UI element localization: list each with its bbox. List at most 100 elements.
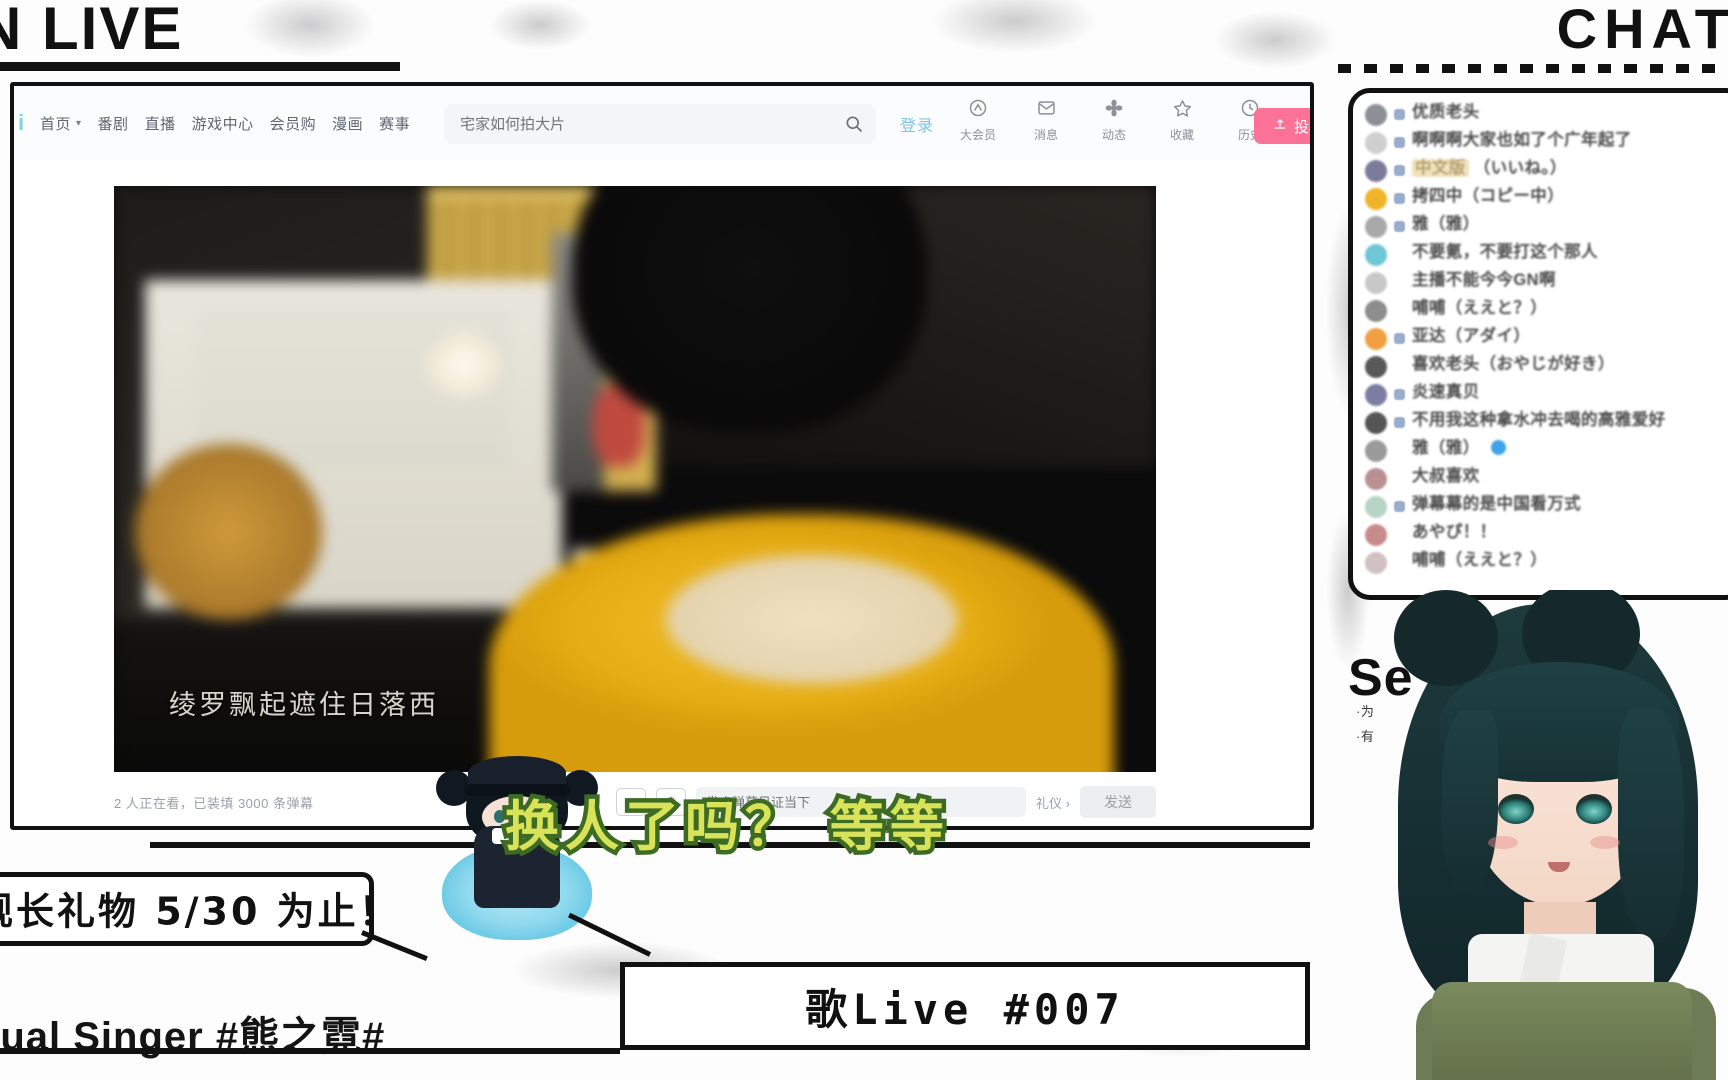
chat-badge (1394, 193, 1405, 204)
chat-message-text: 哺哺（ええと？） (1412, 551, 1548, 569)
activity-icon (1086, 98, 1142, 125)
avatar (1365, 384, 1387, 406)
danmaku-gift-link[interactable]: 礼仪 › (1036, 793, 1070, 812)
chat-blue-dot-icon (1490, 440, 1506, 455)
upload-button-label: 投稿 (1294, 118, 1310, 136)
chat-badge (1394, 333, 1405, 344)
avatar (1365, 328, 1387, 350)
envelope-icon (1018, 98, 1074, 125)
chat-message: 大叔喜欢 (1365, 467, 1728, 490)
chat-message: 雅（雅） (1365, 439, 1728, 462)
chat-message: 啊啊啊大家也如了个广年起了 (1365, 131, 1728, 154)
chat-badge (1394, 165, 1405, 176)
nav-icon-messages-label: 消息 (1033, 128, 1058, 142)
banner-chat-dotted-underline (1338, 64, 1728, 73)
nav-link-home[interactable]: 首页 ▾ (40, 113, 82, 134)
chat-badge (1394, 137, 1405, 148)
nav-icon-activity[interactable]: 动态 (1086, 98, 1142, 143)
upload-button[interactable]: 投稿 (1254, 108, 1310, 144)
avatar (1365, 160, 1387, 182)
bilibili-browser-window: i 首页 ▾ 番剧 直播 游戏中心 会员购 漫画 赛事 宅家如何拍大片 登录 大… (10, 82, 1314, 830)
chat-message-text: 主播不能今今GN啊 (1412, 271, 1556, 289)
banner-live-title: N LIVE (0, 0, 184, 62)
danmaku-meta: 2 人正在看，已装填 3000 条弹幕 (114, 795, 314, 811)
search-icon[interactable] (832, 104, 876, 144)
vtuber-avatar-art (1372, 590, 1728, 1080)
chat-message: 主播不能今今GN啊 (1365, 271, 1728, 294)
chat-message: 喜欢老头（おやじが好き） (1365, 355, 1728, 378)
nav-link-member-shop[interactable]: 会员购 (270, 113, 317, 134)
avatar (1365, 188, 1387, 210)
avatar (1365, 468, 1387, 490)
nav-link-live[interactable]: 直播 (145, 113, 176, 134)
chat-message: 亚达（アダイ） (1365, 327, 1728, 350)
episode-title-box: 歌Live #007 (620, 962, 1310, 1050)
search-bar[interactable] (444, 104, 876, 144)
footer-rule (0, 1048, 620, 1054)
gift-bubble-text: 舰长礼物 5/30 为止！ (0, 889, 400, 934)
stream-overlay-canvas: N LIVE CHAT i 首页 ▾ 番剧 直播 游戏中心 会员购 漫画 赛事 (0, 0, 1728, 1080)
paper-texture (470, 0, 610, 60)
nav-links: 首页 ▾ 番剧 直播 游戏中心 会员购 漫画 赛事 (40, 113, 410, 134)
chat-message: あやぴ！！ (1365, 523, 1728, 546)
chat-message-text: 弹幕幕的是中国看万式 (1412, 495, 1581, 513)
vip-crown-icon (950, 98, 1006, 125)
chat-message: 拷四中（コピー中） (1365, 187, 1728, 210)
chat-message-body: （いいね。） (1473, 159, 1567, 177)
chat-message-text: 雅（雅） (1412, 215, 1480, 233)
chat-message: 雅（雅） (1365, 215, 1728, 238)
avatar (1365, 272, 1387, 294)
chat-message: 中文版 （いいね。） (1365, 159, 1728, 182)
chat-message-text: 不要氪，不要打这个那人 (1412, 243, 1598, 261)
chat-message: 哺哺（ええと？） (1365, 551, 1728, 574)
send-button[interactable]: 发送 (1080, 786, 1156, 818)
chat-message: 弹幕幕的是中国看万式 (1365, 495, 1728, 518)
chat-name-highlight: 中文版 (1412, 159, 1469, 177)
nav-link-match[interactable]: 赛事 (379, 113, 410, 134)
avatar (1365, 104, 1387, 126)
chat-message-text: 炎速真贝 (1412, 383, 1480, 401)
star-icon (1154, 98, 1210, 125)
video-subtitle: 绫罗飘起遮住日落西 (169, 690, 439, 720)
nav-link-game-center[interactable]: 游戏中心 (192, 113, 254, 134)
chevron-down-icon: ▾ (76, 117, 82, 129)
avatar (1365, 524, 1387, 546)
chat-message-text: 中文版 （いいね。） (1412, 159, 1567, 177)
chevron-right-icon: › (1065, 795, 1070, 811)
avatar (1365, 244, 1387, 266)
chat-message-text: 啊啊啊大家也如了个广年起了 (1412, 131, 1632, 149)
chat-message: 不用我这种拿水冲去喝的高雅爱好 (1365, 411, 1728, 434)
avatar (1365, 300, 1387, 322)
avatar (1365, 412, 1387, 434)
search-input[interactable] (444, 115, 832, 133)
chat-message-text: 喜欢老头（おやじが好き） (1412, 355, 1615, 373)
bilibili-logo-icon[interactable]: i (14, 110, 34, 136)
banner-chat-title: CHAT (1556, 0, 1728, 60)
banner-live-underline (0, 62, 400, 71)
nav-icon-vip[interactable]: 大会员 (950, 98, 1006, 143)
chat-message-text: 大叔喜欢 (1412, 467, 1480, 485)
chat-message-text: 优质老头 (1412, 103, 1480, 121)
upload-icon (1272, 116, 1288, 136)
nav-icon-favorites[interactable]: 收藏 (1154, 98, 1210, 143)
avatar (1365, 356, 1387, 378)
video-player[interactable]: 绫罗飘起遮住日落西 (114, 186, 1156, 772)
nav-link-bangumi[interactable]: 番剧 (98, 113, 129, 134)
nav-link-manga[interactable]: 漫画 (332, 113, 363, 134)
chat-message: 哺哺（ええと？） (1365, 299, 1728, 322)
chat-panel[interactable]: 优质老头 啊啊啊大家也如了个广年起了 中文版 （いいね。） 拷四中（コピー中） … (1348, 88, 1728, 600)
chat-message: 不要氪，不要打这个那人 (1365, 243, 1728, 266)
avatar (1365, 496, 1387, 518)
danmaku-gift-label: 礼仪 (1036, 795, 1063, 811)
avatar (1365, 132, 1387, 154)
nav-icon-vip-label: 大会员 (959, 128, 996, 142)
chat-badge (1394, 389, 1405, 400)
avatar (1365, 440, 1387, 462)
nav-icon-messages[interactable]: 消息 (1018, 98, 1074, 143)
nav-icon-activity-label: 动态 (1101, 128, 1126, 142)
login-link[interactable]: 登录 (900, 112, 934, 136)
chat-message-text: あやぴ！！ (1412, 523, 1497, 541)
paper-texture (900, 0, 1130, 66)
episode-title-text: 歌Live #007 (805, 984, 1125, 1034)
chat-badge (1394, 221, 1405, 232)
